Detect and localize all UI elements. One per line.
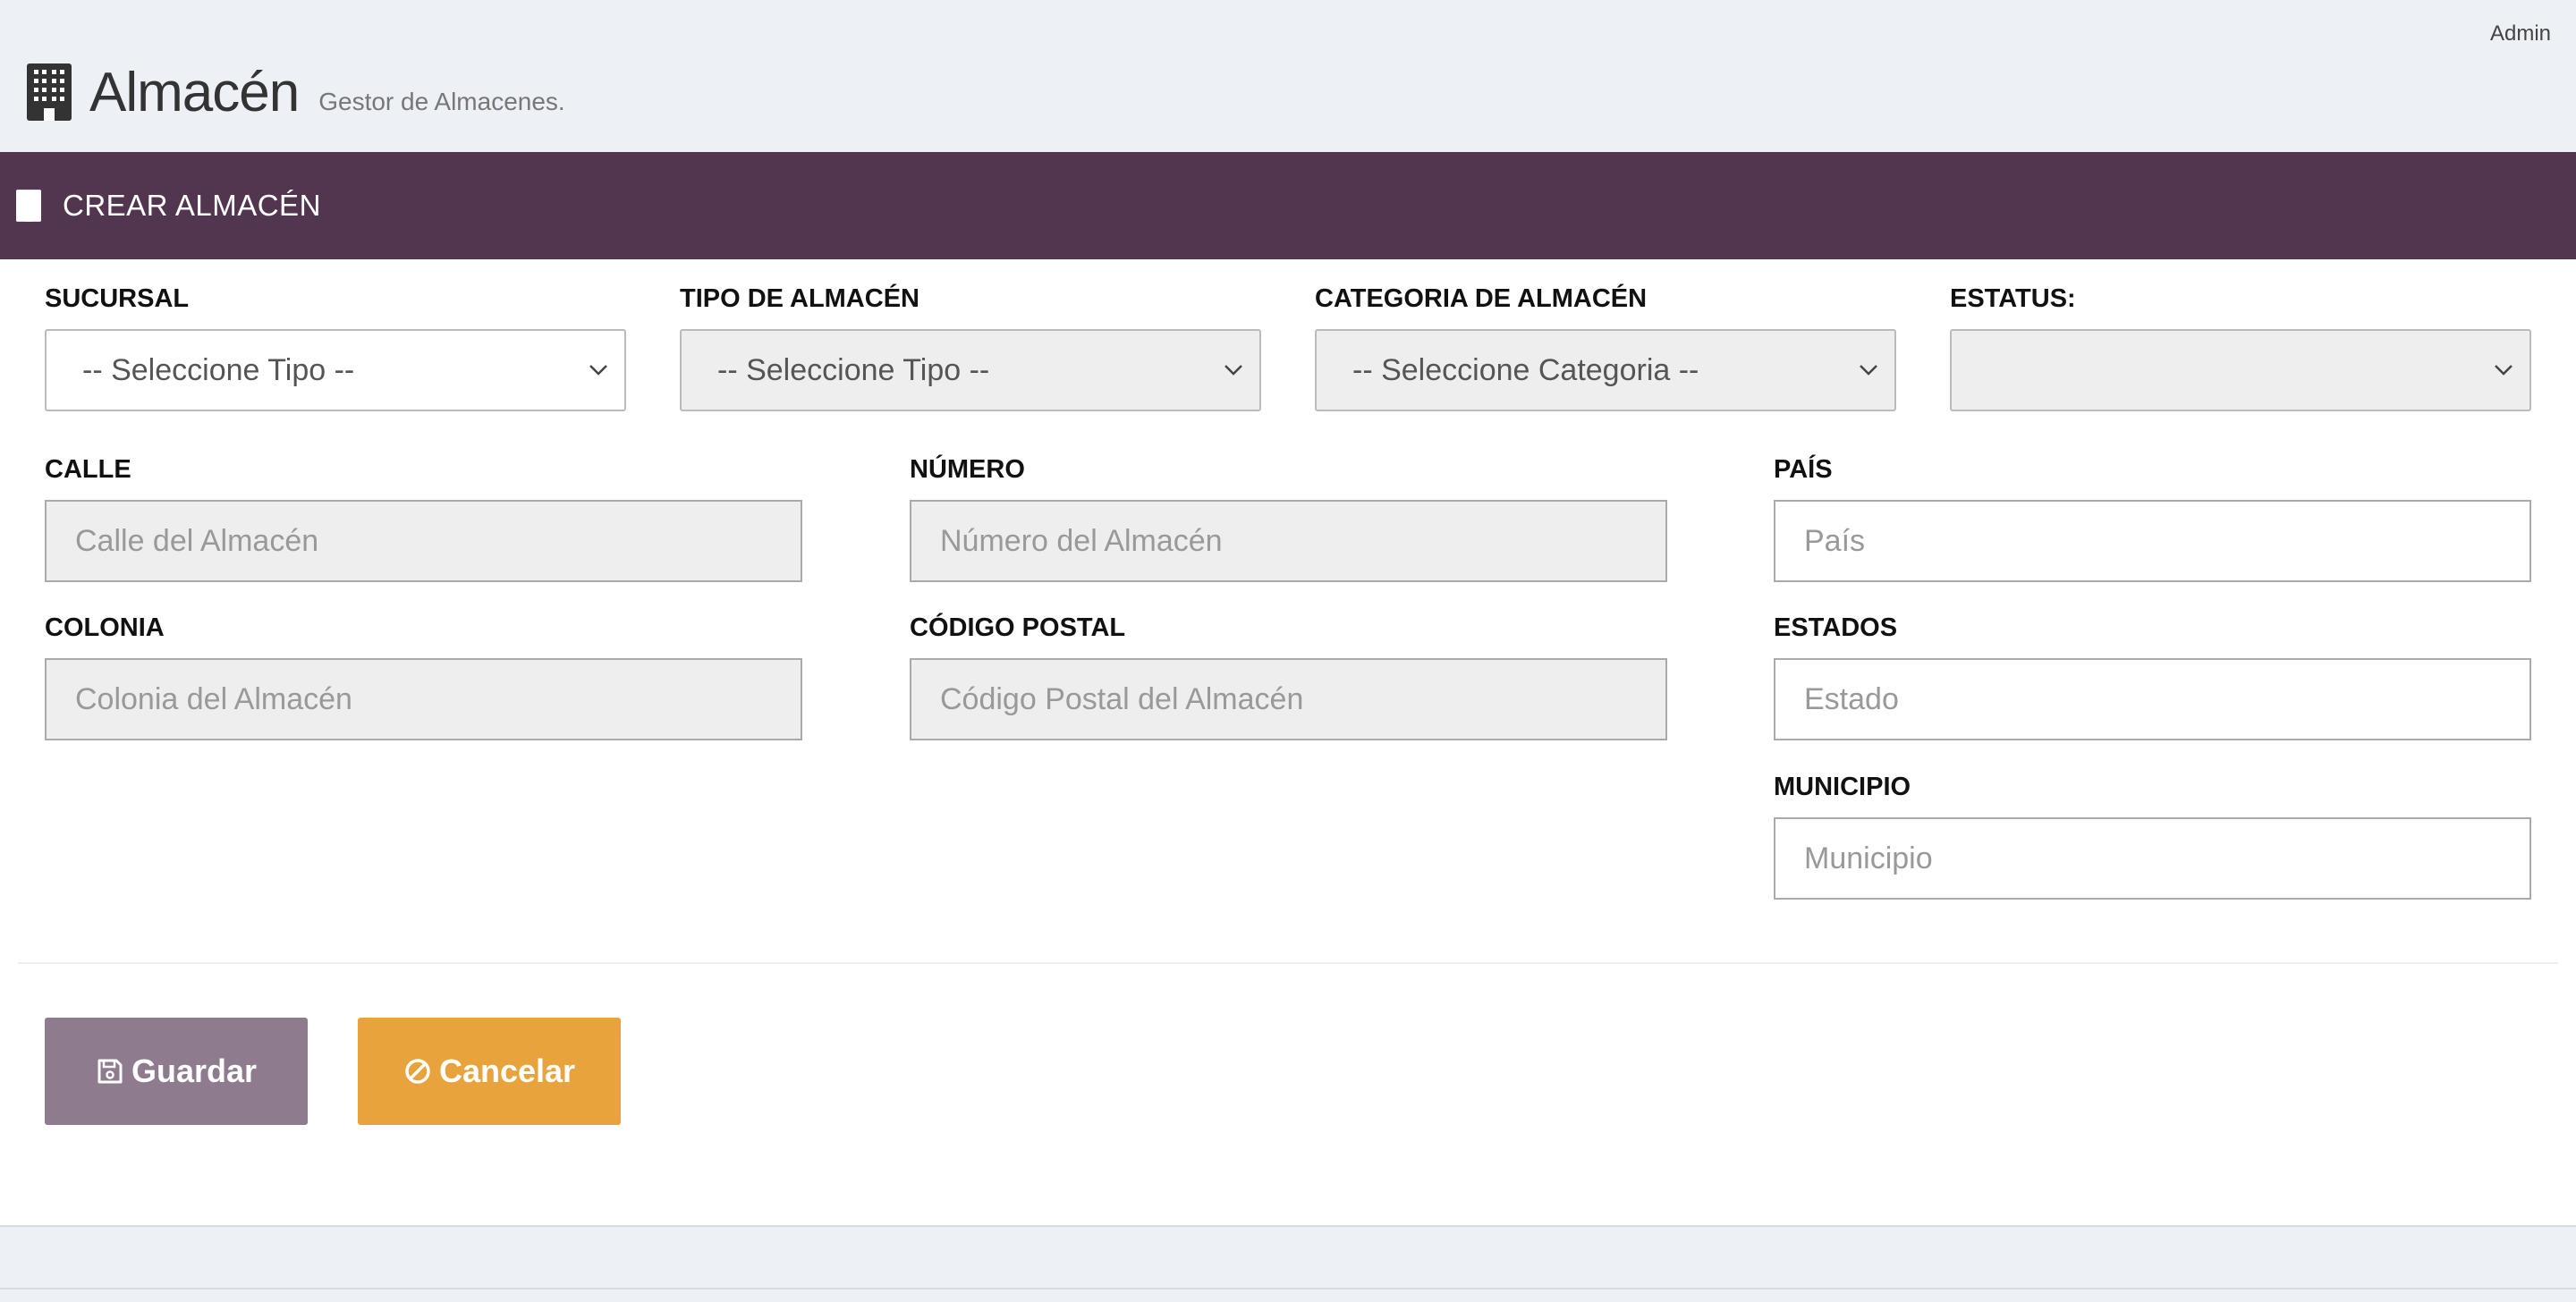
codigo-postal-input[interactable]: Código Postal del Almacén (910, 658, 1667, 740)
colonia-label: COLONIA (45, 613, 165, 642)
codigo-postal-label: CÓDIGO POSTAL (910, 613, 1126, 642)
estado-input[interactable]: Estado (1774, 658, 2531, 740)
pais-field: PAÍS País (1774, 453, 2531, 582)
calle-field: CALLE Calle del Almacén (45, 453, 802, 582)
tipo-almacen-label: TIPO DE ALMACÉN (680, 284, 919, 313)
sucursal-label: SUCURSAL (45, 284, 190, 313)
user-menu-link[interactable]: Admin (2490, 21, 2551, 46)
pais-input[interactable]: País (1774, 500, 2531, 582)
estados-field: ESTADOS Estado (1774, 612, 2531, 740)
pais-label: PAÍS (1774, 455, 1833, 484)
numero-label: NÚMERO (910, 455, 1025, 484)
building-icon (27, 63, 72, 121)
tipo-almacen-selected-value: -- Seleccione Tipo -- (717, 352, 990, 387)
page-header: Almacén Gestor de Almacenes. (27, 61, 565, 123)
form-divider (18, 962, 2558, 964)
sucursal-select[interactable]: -- Seleccione Tipo -- (45, 329, 626, 411)
colonia-input[interactable]: Colonia del Almacén (45, 658, 802, 740)
ban-icon (405, 1059, 430, 1084)
panel-heading: CREAR ALMACÉN (0, 152, 2576, 259)
tipo-almacen-select[interactable]: -- Seleccione Tipo -- (680, 329, 1261, 411)
top-header: Admin Almacén Gestor de Almacenes. (0, 0, 2576, 152)
codigo-postal-field: CÓDIGO POSTAL Código Postal del Almacén (910, 612, 1667, 740)
estatus-field: ESTATUS: (1950, 283, 2531, 411)
categoria-almacen-label: CATEGORIA DE ALMACÉN (1315, 284, 1648, 313)
numero-input[interactable]: Número del Almacén (910, 500, 1667, 582)
sucursal-selected-value: -- Seleccione Tipo -- (82, 352, 355, 387)
numero-field: NÚMERO Número del Almacén (910, 453, 1667, 582)
chevron-down-icon (2494, 364, 2513, 376)
categoria-almacen-selected-value: -- Seleccione Categoria -- (1352, 352, 1699, 387)
calle-input[interactable]: Calle del Almacén (45, 500, 802, 582)
create-warehouse-panel: CREAR ALMACÉN SUCURSAL -- Seleccione Tip… (0, 152, 2576, 1225)
tipo-almacen-field: TIPO DE ALMACÉN -- Seleccione Tipo -- (680, 283, 1261, 411)
estatus-label: ESTATUS: (1950, 284, 2076, 313)
page-footer (0, 1225, 2576, 1289)
panel-title: CREAR ALMACÉN (63, 189, 321, 222)
cancel-button-label: Cancelar (438, 1053, 576, 1089)
sucursal-field: SUCURSAL -- Seleccione Tipo -- (45, 283, 626, 411)
floppy-disk-icon (97, 1059, 123, 1084)
categoria-almacen-select[interactable]: -- Seleccione Categoria -- (1315, 329, 1896, 411)
categoria-almacen-field: CATEGORIA DE ALMACÉN -- Seleccione Categ… (1315, 283, 1896, 411)
cancel-button[interactable]: Cancelar (358, 1018, 621, 1125)
municipio-field: MUNICIPIO Municipio (1774, 771, 2531, 900)
page-title: Almacén (89, 61, 300, 123)
chevron-down-icon (1859, 364, 1878, 376)
calle-label: CALLE (45, 455, 131, 484)
estados-label: ESTADOS (1774, 613, 1898, 642)
estatus-select[interactable] (1950, 329, 2531, 411)
save-button[interactable]: Guardar (45, 1018, 308, 1125)
colonia-field: COLONIA Colonia del Almacén (45, 612, 802, 740)
page-subtitle: Gestor de Almacenes. (318, 88, 565, 115)
chevron-down-icon (589, 364, 608, 376)
save-button-label: Guardar (131, 1053, 258, 1089)
chevron-down-icon (1224, 364, 1243, 376)
municipio-input[interactable]: Municipio (1774, 817, 2531, 900)
municipio-label: MUNICIPIO (1774, 773, 1911, 801)
building-icon (16, 189, 41, 223)
